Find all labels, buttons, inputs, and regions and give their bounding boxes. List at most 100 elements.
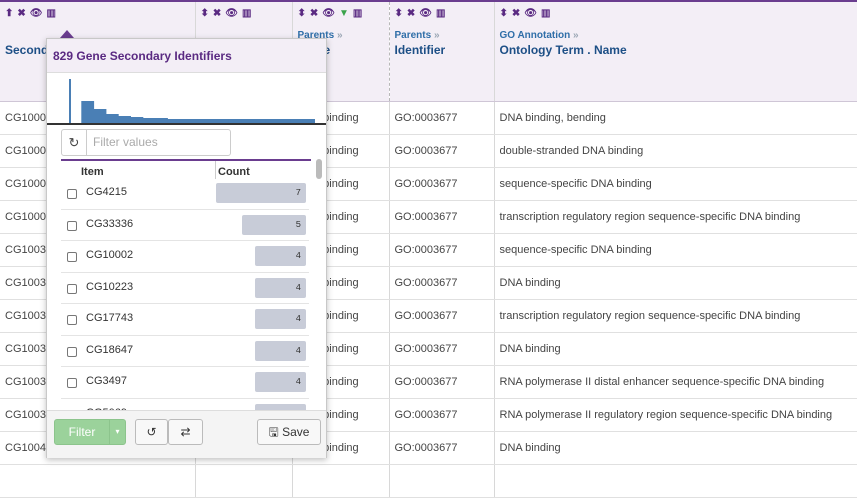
popup-footer: Filter ▾ ↺ ⇄ 🖫 Save bbox=[47, 410, 326, 458]
column-parent-label: GO Annotation » bbox=[500, 30, 852, 41]
list-item[interactable]: CG33336 5 bbox=[61, 210, 309, 241]
remove-column-icon[interactable]: ✖ bbox=[512, 8, 521, 19]
item-count: 4 bbox=[295, 377, 301, 387]
item-checkbox[interactable] bbox=[67, 346, 77, 357]
item-column-header[interactable]: Item bbox=[81, 166, 104, 178]
parent-label-text: Parents bbox=[394, 30, 432, 41]
summary-icon[interactable]: ▥ bbox=[436, 8, 446, 19]
reset-button[interactable]: ↺ bbox=[135, 419, 168, 445]
sort-icon[interactable]: ⬍ bbox=[298, 8, 307, 19]
filter-values-box: ↻ Filter values bbox=[61, 129, 231, 156]
column-controls[interactable]: ⬍ ✖ 👁 ▼ ▥ bbox=[298, 8, 384, 24]
item-count: 5 bbox=[295, 219, 301, 230]
item-name: CG18647 bbox=[86, 343, 134, 356]
visibility-icon[interactable]: 👁 bbox=[30, 8, 44, 19]
summary-icon[interactable]: ▥ bbox=[353, 8, 363, 19]
parent-label-text: GO Annotation bbox=[499, 30, 571, 41]
visibility-icon[interactable]: 👁 bbox=[524, 8, 538, 19]
count-column-header[interactable]: Count bbox=[218, 166, 250, 178]
list-item[interactable]: CG18647 4 bbox=[61, 336, 309, 367]
item-checkbox[interactable] bbox=[67, 189, 77, 199]
remove-column-icon[interactable]: ✖ bbox=[407, 8, 416, 19]
histogram-bar bbox=[81, 101, 95, 123]
column-controls[interactable]: ⬍ ✖ 👁 ▥ bbox=[201, 8, 287, 24]
item-name: CG10002 bbox=[86, 249, 134, 261]
remove-column-icon[interactable]: ✖ bbox=[17, 8, 26, 19]
filter-funnel-icon[interactable]: ▼ bbox=[339, 8, 350, 19]
table-cell: double-stranded DNA binding bbox=[494, 134, 857, 168]
filter-button[interactable]: Filter bbox=[54, 419, 110, 445]
item-checkbox[interactable] bbox=[67, 252, 77, 262]
item-count: 4 bbox=[295, 251, 301, 261]
histogram-bar bbox=[69, 79, 71, 123]
table-row bbox=[0, 464, 857, 498]
item-count: 7 bbox=[295, 188, 301, 198]
table-cell: GO:0003677 bbox=[389, 101, 495, 135]
table-cell: GO:0003677 bbox=[389, 431, 495, 465]
sort-icon[interactable]: ⬍ bbox=[201, 8, 210, 19]
visibility-icon[interactable]: 👁 bbox=[419, 8, 433, 19]
sort-icon[interactable]: ⬍ bbox=[500, 8, 509, 19]
item-name: CG17743 bbox=[86, 312, 134, 324]
column-controls[interactable]: ⬍ ✖ 👁 ▥ bbox=[500, 8, 852, 24]
list-item[interactable]: CG4215 7 bbox=[61, 178, 309, 210]
filter-values-input[interactable]: Filter values bbox=[93, 130, 158, 155]
table-cell: DNA binding bbox=[494, 266, 857, 300]
list-item[interactable]: CG10002 4 bbox=[61, 241, 309, 273]
column-header-4[interactable]: ⬍ ✖ 👁 ▥ Parents » Identifier bbox=[389, 2, 495, 102]
table-cell: GO:0003677 bbox=[389, 233, 495, 267]
popup-caret bbox=[60, 30, 74, 38]
chevron-right-icon: » bbox=[431, 30, 440, 41]
remove-column-icon[interactable]: ✖ bbox=[213, 8, 222, 19]
item-count: 4 bbox=[295, 314, 301, 324]
item-checkbox[interactable] bbox=[67, 378, 77, 388]
count-histogram bbox=[69, 79, 315, 123]
chevron-right-icon: » bbox=[334, 30, 343, 41]
item-count: 4 bbox=[295, 282, 301, 293]
list-item[interactable]: CG17743 4 bbox=[61, 304, 309, 336]
table-cell bbox=[389, 464, 495, 498]
list-item[interactable]: CG3497 4 bbox=[61, 367, 309, 399]
column-controls[interactable]: ⬆ ✖ 👁 ▥ bbox=[5, 8, 190, 24]
table-cell bbox=[0, 464, 196, 498]
table-cell: GO:0003677 bbox=[389, 200, 495, 234]
table-cell: GO:0003677 bbox=[389, 266, 495, 300]
summary-icon[interactable]: ▥ bbox=[46, 8, 56, 19]
list-item[interactable]: CG10223 4 bbox=[61, 273, 309, 304]
table-cell: GO:0003677 bbox=[389, 332, 495, 366]
histogram-bar bbox=[105, 114, 119, 123]
invert-selection-button[interactable]: ⇄ bbox=[168, 419, 203, 445]
item-name: CG10223 bbox=[86, 280, 134, 293]
remove-column-icon[interactable]: ✖ bbox=[310, 8, 319, 19]
sort-icon[interactable]: ⬍ bbox=[395, 8, 404, 19]
item-list-scrollbar[interactable] bbox=[315, 159, 322, 414]
table-cell bbox=[195, 464, 293, 498]
histogram-bar bbox=[118, 116, 131, 123]
column-controls[interactable]: ⬍ ✖ 👁 ▥ bbox=[395, 8, 489, 24]
item-checkbox[interactable] bbox=[67, 220, 77, 231]
header-divider bbox=[215, 161, 216, 179]
sort-icon[interactable]: ⬆ bbox=[5, 8, 14, 19]
table-cell: GO:0003677 bbox=[389, 365, 495, 399]
scrollbar-thumb[interactable] bbox=[316, 159, 322, 179]
item-checkbox[interactable] bbox=[67, 315, 77, 325]
table-cell bbox=[494, 464, 857, 498]
save-button[interactable]: 🖫 Save bbox=[257, 419, 321, 445]
column-header-5[interactable]: ⬍ ✖ 👁 ▥ GO Annotation » Ontology Term . Name bbox=[494, 2, 857, 102]
table-cell: DNA binding bbox=[494, 332, 857, 366]
popup-title: 829 Gene Secondary Identifiers bbox=[47, 39, 326, 73]
item-checkbox[interactable] bbox=[67, 283, 77, 294]
summary-icon[interactable]: ▥ bbox=[242, 8, 252, 19]
column-summary-popup: 829 Gene Secondary Identifiers ↻ Filter … bbox=[46, 38, 327, 458]
visibility-icon[interactable]: 👁 bbox=[225, 8, 239, 19]
visibility-icon[interactable]: 👁 bbox=[322, 8, 336, 19]
refresh-icon[interactable]: ↻ bbox=[62, 130, 87, 155]
count-bar bbox=[216, 183, 306, 203]
table-cell: GO:0003677 bbox=[389, 398, 495, 432]
table-cell: RNA polymerase II distal enhancer sequen… bbox=[494, 365, 857, 399]
filter-options-button[interactable]: ▾ bbox=[109, 419, 126, 445]
summary-icon[interactable]: ▥ bbox=[541, 8, 551, 19]
column-parent-label: Parents » bbox=[395, 30, 489, 41]
item-list: CG4215 7 CG33336 5 CG10002 4 CG10223 4 CG17743 4 C… bbox=[61, 178, 309, 411]
column-title: Identifier bbox=[394, 43, 446, 57]
